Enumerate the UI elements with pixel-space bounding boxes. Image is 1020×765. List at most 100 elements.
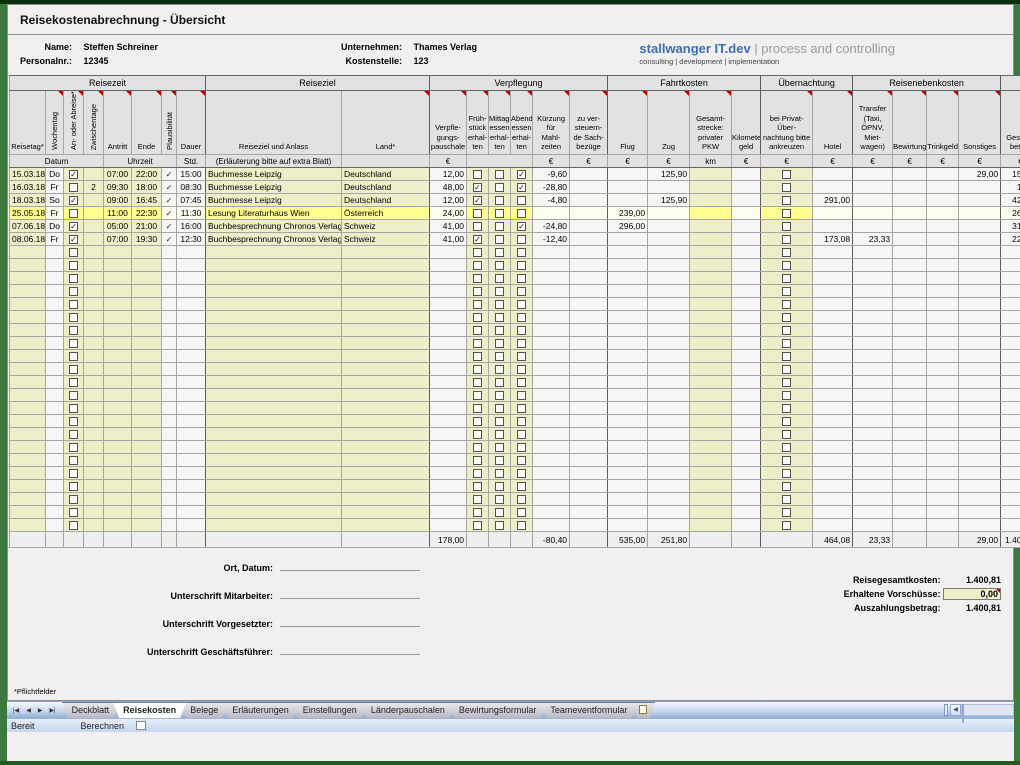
cell-mittagessen[interactable] <box>489 441 511 454</box>
cell-dauer[interactable]: 15:00 <box>177 168 206 181</box>
cell-hotel[interactable] <box>813 506 853 519</box>
cell-land[interactable] <box>342 402 430 415</box>
cell-plausibilitaet[interactable]: ✓ <box>162 233 177 246</box>
cell-privat-uebernachtung[interactable] <box>761 233 813 246</box>
cell-mittagessen[interactable] <box>489 363 511 376</box>
cell-trinkgeld[interactable] <box>927 285 959 298</box>
cell-antritt[interactable] <box>104 337 132 350</box>
cell-pkw-strecke[interactable] <box>690 194 732 207</box>
sheet-tab-erläuterungen[interactable]: Erläuterungen <box>222 702 299 718</box>
cell-bewirtung[interactable] <box>893 480 927 493</box>
fruehstueck-checkbox[interactable] <box>473 508 482 517</box>
cell-transfer[interactable] <box>853 259 893 272</box>
cell-zwischentage[interactable] <box>84 350 104 363</box>
privat-uebernachtung-checkbox[interactable] <box>782 183 791 192</box>
cell-kilometergeld[interactable] <box>732 363 761 376</box>
cell-an-ab-reise[interactable] <box>64 402 84 415</box>
cell-sonstiges[interactable] <box>959 467 1001 480</box>
cell-land[interactable] <box>342 285 430 298</box>
total-reiseziel[interactable] <box>206 532 342 548</box>
an-ab-reise-checkbox[interactable]: ✓ <box>69 235 78 244</box>
cell-plausibilitaet[interactable] <box>162 480 177 493</box>
cell-trinkgeld[interactable] <box>927 402 959 415</box>
cell-antritt[interactable] <box>104 363 132 376</box>
cell-kuerzung[interactable] <box>533 376 570 389</box>
cell-kuerzung[interactable] <box>533 389 570 402</box>
cell-mittagessen[interactable] <box>489 285 511 298</box>
cell-sonstiges[interactable] <box>959 350 1001 363</box>
privat-uebernachtung-checkbox[interactable] <box>782 430 791 439</box>
cell-zwischentage[interactable] <box>84 428 104 441</box>
cell-gesamtbetrag[interactable]: 424,10 <box>1001 194 1020 207</box>
mittagessen-checkbox[interactable] <box>495 495 504 504</box>
cell-bewirtung[interactable] <box>893 493 927 506</box>
cell-wochentag[interactable]: So <box>46 194 64 207</box>
privat-uebernachtung-checkbox[interactable] <box>782 339 791 348</box>
cell-hotel[interactable] <box>813 454 853 467</box>
cell-fruehstueck[interactable] <box>467 168 489 181</box>
fruehstueck-checkbox[interactable]: ✓ <box>473 235 482 244</box>
cell-zug[interactable] <box>648 467 690 480</box>
cell-abendessen[interactable] <box>511 259 533 272</box>
cell-mittagessen[interactable] <box>489 467 511 480</box>
cell-flug[interactable]: 239,00 <box>608 207 648 220</box>
cell-trinkgeld[interactable] <box>927 467 959 480</box>
cell-fruehstueck[interactable] <box>467 389 489 402</box>
cell-sonstiges[interactable] <box>959 415 1001 428</box>
cell-verpflegungspauschale[interactable] <box>430 311 467 324</box>
cell-transfer[interactable] <box>853 194 893 207</box>
cell-reiseziel[interactable] <box>206 311 342 324</box>
cell-reiseziel[interactable] <box>206 506 342 519</box>
sheet-tab-belege[interactable]: Belege <box>180 702 228 718</box>
cell-sachbezuege[interactable] <box>570 272 608 285</box>
cell-trinkgeld[interactable] <box>927 233 959 246</box>
cell-reisetag[interactable] <box>10 480 46 493</box>
cell-land[interactable] <box>342 337 430 350</box>
cell-wochentag[interactable] <box>46 493 64 506</box>
cell-hotel[interactable] <box>813 272 853 285</box>
cell-ende[interactable] <box>132 506 162 519</box>
cell-zug[interactable]: 125,90 <box>648 168 690 181</box>
cell-kuerzung[interactable] <box>533 311 570 324</box>
cell-an-ab-reise[interactable] <box>64 285 84 298</box>
cell-kilometergeld[interactable] <box>732 298 761 311</box>
cell-zug[interactable] <box>648 181 690 194</box>
cell-kilometergeld[interactable] <box>732 519 761 532</box>
cell-ende[interactable] <box>132 311 162 324</box>
cell-gesamtbetrag[interactable] <box>1001 311 1020 324</box>
cell-land[interactable] <box>342 428 430 441</box>
fruehstueck-checkbox[interactable] <box>473 326 482 335</box>
cell-bewirtung[interactable] <box>893 233 927 246</box>
privat-uebernachtung-checkbox[interactable] <box>782 248 791 257</box>
cell-an-ab-reise[interactable] <box>64 376 84 389</box>
cell-kilometergeld[interactable] <box>732 441 761 454</box>
cell-gesamtbetrag[interactable] <box>1001 454 1020 467</box>
cell-verpflegungspauschale[interactable] <box>430 298 467 311</box>
cell-ende[interactable] <box>132 454 162 467</box>
cell-bewirtung[interactable] <box>893 311 927 324</box>
ort-datum-line[interactable] <box>280 560 420 571</box>
cell-fruehstueck[interactable] <box>467 220 489 233</box>
cell-verpflegungspauschale[interactable]: 41,00 <box>430 233 467 246</box>
cell-reisetag[interactable] <box>10 415 46 428</box>
cell-gesamtbetrag[interactable] <box>1001 363 1020 376</box>
cell-transfer[interactable] <box>853 363 893 376</box>
cell-reiseziel[interactable]: Buchbesprechnung Chronos Verlag <box>206 233 342 246</box>
cell-sachbezuege[interactable] <box>570 337 608 350</box>
tab-nav-next-icon[interactable]: ▶ <box>35 706 46 715</box>
fruehstueck-checkbox[interactable] <box>473 391 482 400</box>
cell-reisetag[interactable] <box>10 363 46 376</box>
cell-verpflegungspauschale[interactable] <box>430 272 467 285</box>
cell-trinkgeld[interactable] <box>927 493 959 506</box>
cell-land[interactable]: Schweiz <box>342 220 430 233</box>
cell-zwischentage[interactable] <box>84 220 104 233</box>
cell-an-ab-reise[interactable] <box>64 415 84 428</box>
cell-fruehstueck[interactable] <box>467 402 489 415</box>
cell-reiseziel[interactable] <box>206 350 342 363</box>
cell-antritt[interactable] <box>104 506 132 519</box>
cell-reiseziel[interactable]: Buchbesprechnung Chronos Verlag <box>206 220 342 233</box>
cell-plausibilitaet[interactable] <box>162 363 177 376</box>
cell-fruehstueck[interactable] <box>467 441 489 454</box>
cell-plausibilitaet[interactable] <box>162 415 177 428</box>
cell-transfer[interactable] <box>853 207 893 220</box>
